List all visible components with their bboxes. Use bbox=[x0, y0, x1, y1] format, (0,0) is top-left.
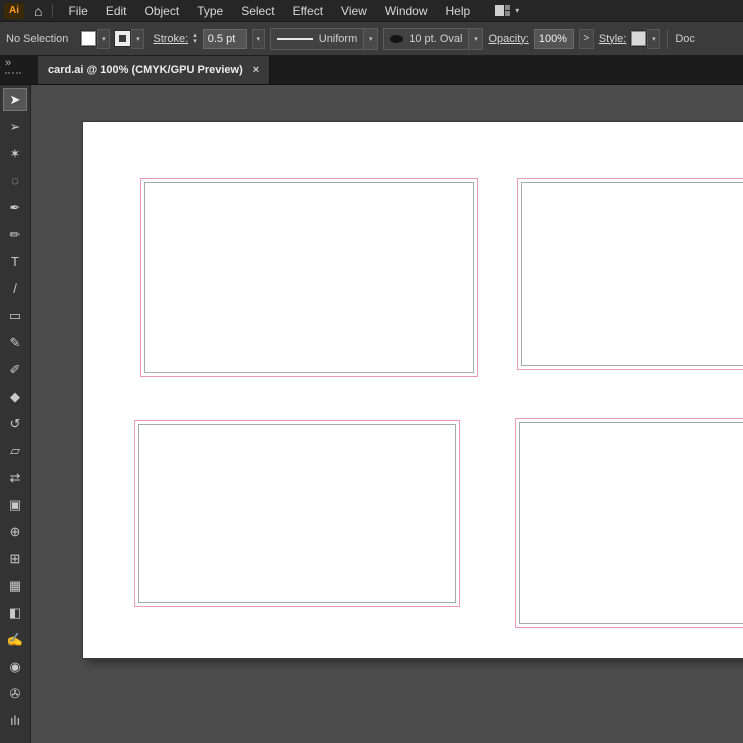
graphic-style-dropdown[interactable]: ▾ bbox=[647, 28, 661, 49]
close-icon[interactable]: × bbox=[253, 64, 259, 76]
tool-selection[interactable]: ➤ bbox=[3, 88, 27, 111]
stroke-panel-link[interactable]: Stroke: bbox=[153, 33, 188, 45]
tool-magic-wand[interactable]: ✶ bbox=[4, 143, 26, 164]
brush-value: 10 pt. Oval bbox=[409, 32, 463, 45]
card-outline-1[interactable] bbox=[140, 178, 478, 377]
opacity-more-button[interactable]: > bbox=[578, 28, 594, 49]
toolbar-collapse-button[interactable]: » bbox=[0, 56, 31, 84]
stroke-weight-input[interactable] bbox=[202, 28, 247, 49]
uniform-profile-icon bbox=[276, 37, 313, 40]
workspace-switcher[interactable]: ▾ bbox=[495, 5, 519, 16]
tool-column-graph[interactable]: ılı bbox=[4, 710, 26, 731]
tool-rectangle[interactable]: ▭ bbox=[4, 305, 26, 326]
app-logo-icon[interactable]: Ai bbox=[4, 2, 24, 19]
double-chevron-icon: » bbox=[5, 57, 12, 69]
tool-perspective-grid[interactable]: ⊞ bbox=[4, 548, 26, 569]
tool-pen[interactable]: ✒ bbox=[4, 197, 26, 218]
tool-gradient[interactable]: ◧ bbox=[4, 602, 26, 623]
artboard[interactable] bbox=[83, 122, 743, 658]
controlbar-divider bbox=[667, 28, 669, 49]
stepper-down-icon[interactable]: ▾ bbox=[193, 38, 197, 45]
width-profile-value: Uniform bbox=[318, 32, 358, 45]
tool-paintbrush[interactable]: ✎ bbox=[4, 332, 26, 353]
tool-type[interactable]: T bbox=[4, 251, 26, 272]
panel-drag-dots bbox=[5, 72, 21, 74]
stroke-weight-dropdown[interactable]: ▾ bbox=[251, 28, 265, 49]
menubar-items: File Edit Object Type Select Effect View Window… bbox=[59, 0, 479, 22]
tool-scale[interactable]: ▱ bbox=[4, 440, 26, 461]
tool-eyedropper[interactable]: ✍ bbox=[4, 629, 26, 650]
tool-lasso[interactable]: ◌ bbox=[4, 170, 26, 191]
card-inner-guide-2 bbox=[521, 182, 743, 366]
menu-item-view[interactable]: View bbox=[332, 0, 376, 22]
document-tab-title: card.ai @ 100% (CMYK/GPU Preview) bbox=[48, 64, 243, 76]
brush-dropdown[interactable]: 10 pt. Oval ▾ bbox=[383, 27, 484, 50]
control-bar: No Selection ▾ ▾ Stroke: ▴ ▾ ▾ Uniform ▾… bbox=[0, 22, 743, 56]
tab-strip: » card.ai @ 100% (CMYK/GPU Preview) × bbox=[0, 56, 743, 85]
card-inner-guide-3 bbox=[138, 424, 456, 603]
menu-item-object[interactable]: Object bbox=[136, 0, 189, 22]
opacity-panel-link[interactable]: Opacity: bbox=[488, 33, 528, 45]
tool-line-segment[interactable]: / bbox=[4, 278, 26, 299]
tool-blend[interactable]: ◉ bbox=[4, 656, 26, 677]
toolbar: ➤➢✶◌✒✏T/▭✎✐◆↺▱⇄▣⊕⊞▦◧✍◉✇ılı⊡✋Q bbox=[0, 85, 31, 743]
tool-direct-selection[interactable]: ➢ bbox=[4, 116, 26, 137]
card-outline-2[interactable] bbox=[517, 178, 743, 370]
menu-item-type[interactable]: Type bbox=[188, 0, 232, 22]
tool-free-transform[interactable]: ▣ bbox=[4, 494, 26, 515]
chevron-down-icon[interactable]: ▾ bbox=[468, 28, 483, 49]
tool-eraser[interactable]: ◆ bbox=[4, 386, 26, 407]
menu-item-edit[interactable]: Edit bbox=[97, 0, 136, 22]
card-inner-guide-1 bbox=[144, 182, 474, 373]
document-setup-button[interactable]: Doc bbox=[675, 33, 695, 45]
tool-shaper[interactable]: ✐ bbox=[4, 359, 26, 380]
tool-artboard[interactable]: ⊡ bbox=[4, 737, 26, 743]
stroke-color-dropdown[interactable]: ▾ bbox=[131, 28, 145, 49]
opacity-input[interactable] bbox=[533, 28, 574, 49]
canvas-pasteboard[interactable] bbox=[31, 85, 743, 743]
fill-color-swatch[interactable] bbox=[81, 31, 97, 46]
fill-color-dropdown[interactable]: ▾ bbox=[97, 28, 111, 49]
menubar: Ai ⌂ File Edit Object Type Select Effect View W… bbox=[0, 0, 743, 22]
tool-rotate[interactable]: ↺ bbox=[4, 413, 26, 434]
menubar-divider bbox=[52, 3, 54, 18]
tool-width[interactable]: ⇄ bbox=[4, 467, 26, 488]
card-outline-4[interactable] bbox=[515, 418, 743, 628]
oval-brush-icon bbox=[390, 34, 404, 43]
stroke-color-swatch[interactable] bbox=[115, 31, 131, 46]
document-tab[interactable]: card.ai @ 100% (CMYK/GPU Preview) × bbox=[38, 56, 271, 84]
graphic-style-swatch[interactable] bbox=[631, 31, 647, 46]
chevron-down-icon[interactable]: ▾ bbox=[363, 28, 378, 49]
width-profile-dropdown[interactable]: Uniform ▾ bbox=[269, 27, 379, 50]
tool-mesh[interactable]: ▦ bbox=[4, 575, 26, 596]
stroke-weight-stepper[interactable]: ▴ ▾ bbox=[193, 32, 197, 45]
selection-status: No Selection bbox=[6, 32, 69, 45]
tool-curvature[interactable]: ✏ bbox=[4, 224, 26, 245]
style-panel-link[interactable]: Style: bbox=[599, 33, 627, 45]
chevron-down-icon: ▾ bbox=[515, 6, 520, 15]
menu-item-select[interactable]: Select bbox=[232, 0, 283, 22]
card-outline-3[interactable] bbox=[134, 420, 460, 607]
tool-shape-builder[interactable]: ⊕ bbox=[4, 521, 26, 542]
menu-item-help[interactable]: Help bbox=[437, 0, 480, 22]
menu-item-file[interactable]: File bbox=[59, 0, 96, 22]
workspace-layout-icon bbox=[495, 5, 511, 16]
card-inner-guide-4 bbox=[519, 422, 743, 624]
tool-symbol-sprayer[interactable]: ✇ bbox=[4, 683, 26, 704]
home-icon[interactable]: ⌂ bbox=[34, 0, 42, 22]
menu-item-effect[interactable]: Effect bbox=[284, 0, 332, 22]
menu-item-window[interactable]: Window bbox=[376, 0, 437, 22]
